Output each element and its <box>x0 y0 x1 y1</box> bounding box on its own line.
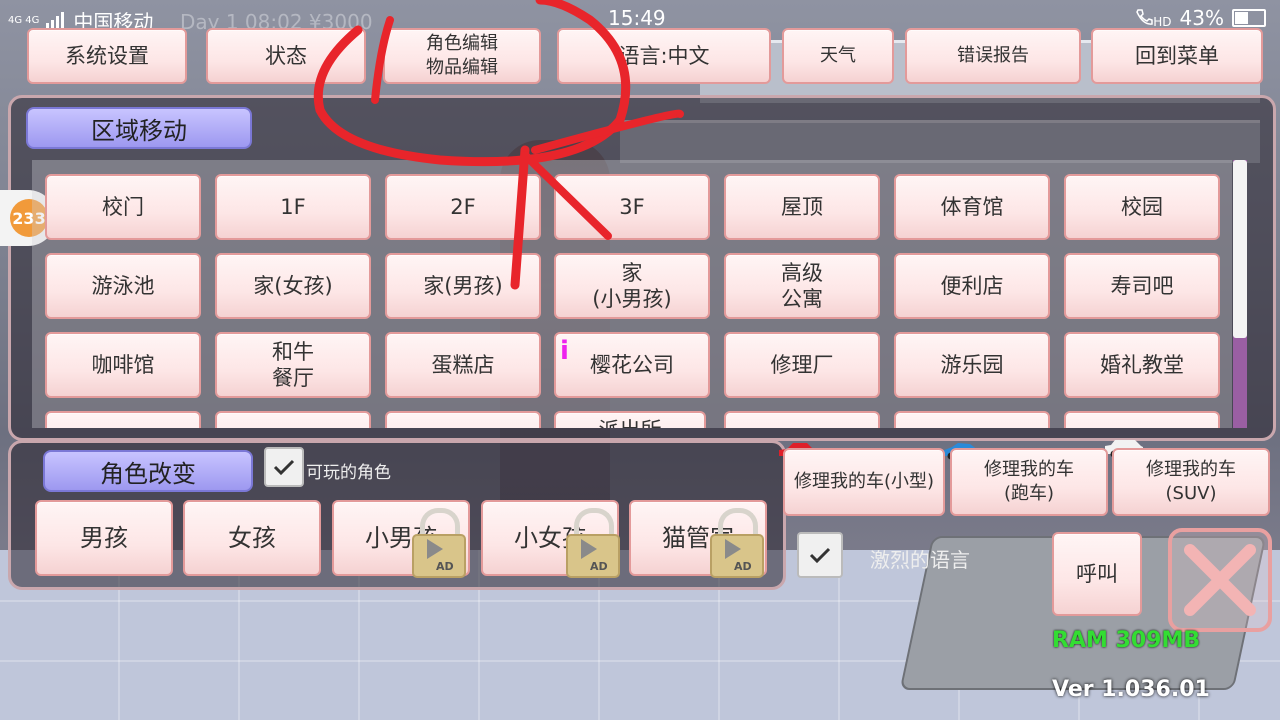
area-button[interactable]: 婚礼教堂 <box>1064 332 1220 398</box>
area-button[interactable]: 高级 公寓 <box>724 253 880 319</box>
area-move-title: 区域移动 <box>26 107 252 149</box>
repair-sports-car-button[interactable]: 修理我的车 (跑车) <box>950 448 1108 516</box>
character-change-title: 角色改变 <box>43 450 253 492</box>
call-hd-icon: HD <box>1135 8 1172 29</box>
network-indicator: 4G 4G <box>8 14 40 26</box>
red-annotation-scribble <box>313 0 684 290</box>
character-boy-button[interactable]: 男孩 <box>35 500 173 576</box>
area-button[interactable] <box>724 411 880 428</box>
area-button[interactable]: 樱花公司 <box>554 332 710 398</box>
area-button[interactable]: 校园 <box>1064 174 1220 240</box>
weather-button[interactable]: 天气 <box>782 28 894 84</box>
area-button[interactable]: 游乐园 <box>894 332 1050 398</box>
area-button[interactable] <box>894 411 1050 428</box>
repair-small-car-button[interactable]: 修理我的车(小型) <box>783 448 945 516</box>
area-scrollbar-thumb[interactable] <box>1233 160 1247 338</box>
ram-readout: RAM 309MB <box>1052 628 1201 653</box>
area-button[interactable]: 蛋糕店 <box>385 332 541 398</box>
repair-suv-button[interactable]: 修理我的车 (SUV) <box>1112 448 1270 516</box>
area-button[interactable]: 和牛 餐厅 <box>215 332 371 398</box>
checkmark-icon <box>273 459 295 476</box>
area-button[interactable]: 寿司吧 <box>1064 253 1220 319</box>
ad-lock-icon: AD <box>710 508 764 578</box>
harsh-language-label: 激烈的语言 <box>870 548 970 572</box>
battery-icon <box>1232 9 1266 27</box>
area-button[interactable]: 咖啡馆 <box>45 332 201 398</box>
location-marker: i <box>560 336 569 366</box>
ad-lock-icon: AD <box>412 508 466 578</box>
area-button[interactable]: 校门 <box>45 174 201 240</box>
playable-character-label: 可玩的角色 <box>306 463 391 483</box>
checkmark-icon <box>809 547 831 564</box>
ad-lock-icon: AD <box>566 508 620 578</box>
area-button[interactable] <box>215 411 371 428</box>
close-icon <box>1184 544 1256 616</box>
area-button[interactable]: 便利店 <box>894 253 1050 319</box>
back-to-menu-button[interactable]: 回到菜单 <box>1091 28 1263 84</box>
close-button[interactable] <box>1168 528 1272 632</box>
error-report-button[interactable]: 错误报告 <box>905 28 1081 84</box>
area-button[interactable]: 屋顶 <box>724 174 880 240</box>
battery-percent: 43% <box>1179 6 1224 30</box>
area-button[interactable] <box>385 411 541 428</box>
system-settings-button[interactable]: 系统设置 <box>27 28 187 84</box>
hd-label: HD <box>1153 14 1172 29</box>
playable-character-checkbox[interactable] <box>264 447 304 487</box>
character-girl-button[interactable]: 女孩 <box>183 500 321 576</box>
area-button[interactable] <box>45 411 201 428</box>
version-label: Ver 1.036.01 <box>1052 677 1210 702</box>
area-button[interactable]: 派出所 <box>554 411 706 428</box>
harsh-language-checkbox[interactable] <box>797 532 843 578</box>
area-button[interactable] <box>1064 411 1220 428</box>
area-button[interactable]: 修理厂 <box>724 332 880 398</box>
area-button[interactable]: 游泳池 <box>45 253 201 319</box>
area-button[interactable]: 体育馆 <box>894 174 1050 240</box>
call-button[interactable]: 呼叫 <box>1052 532 1142 616</box>
